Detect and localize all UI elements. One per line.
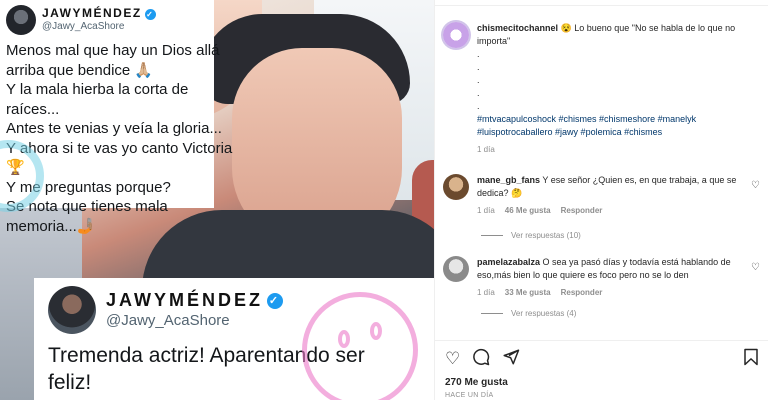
tweet-avatar [6,5,36,35]
post-media[interactable]: JAWYMÉNDEZ ✓ @Jawy_AcaShore Menos mal qu… [0,0,434,400]
caption-meta: 1 día [477,143,759,156]
likes-count[interactable]: 270 Me gusta [445,377,759,388]
view-replies[interactable]: Ver respuestas (10) [481,231,581,240]
comment-text-row: pamelazabalza O sea ya pasó días y todav… [477,256,751,282]
caption-text-row: chismecitochannel 😵 Lo bueno que "No se … [477,22,759,48]
comment-meta: 1 día 46 Me gusta Responder [477,204,747,217]
comment-likes[interactable]: 33 Me gusta [505,286,551,299]
comment-body: pamelazabalza O sea ya pasó días y todav… [477,256,751,299]
bookmark-icon-svg [744,348,758,365]
pink-smiley-decoration [302,292,418,400]
reply-button[interactable]: Responder [561,286,603,299]
comment-username[interactable]: pamelazabalza [477,257,540,267]
comment-time: 1 día [477,206,495,215]
avatar[interactable] [443,256,469,282]
tweet-names: JAWYMÉNDEZ ✓ @Jawy_AcaShore [42,7,156,32]
tweet-line: arriba que bendice 🙏🏼 [6,61,154,79]
caption-dot: . [477,75,480,85]
view-replies[interactable]: Ver respuestas (4) [481,309,576,318]
post-timestamp: HACE UN DÍA [445,392,494,399]
tweet-line: Y la mala hierba la corta de [6,81,189,98]
heart-icon[interactable]: ♡ [751,263,761,273]
tweet-author-name: JAWYMÉNDEZ [106,290,264,311]
comment: mane_gb_fans Y ese señor ¿Quien es, en q… [443,174,759,217]
tweet-handle: @Jawy_AcaShore [106,311,230,329]
comment-time: 1 día [477,288,495,297]
tweet-author-name: JAWYMÉNDEZ [42,6,142,21]
comments-panel: chismecitochannel 😵 Lo bueno que "No se … [434,0,768,400]
pink-smiley-eye [338,330,350,348]
caption-dot: . [477,101,480,111]
tweet-line: memoria...🤳🏽 [6,217,96,235]
view-replies-label[interactable]: Ver respuestas (4) [511,309,576,318]
verified-icon: ✓ [267,293,284,309]
caption-time: 1 día [477,145,495,154]
caption: chismecitochannel 😵 Lo bueno que "No se … [443,22,759,156]
pink-smiley-eye [370,322,382,340]
heart-icon[interactable]: ♡ [445,349,460,369]
share-icon-svg [503,349,520,364]
tweet-line: Menos mal que hay un Dios allá [6,42,220,59]
avatar[interactable] [443,22,469,48]
comment-icon-svg [473,348,490,365]
panel-top-border [435,0,768,6]
tweet-avatar [48,286,96,334]
action-bar: ♡ 270 Me gusta HACE UN DÍA [435,340,768,399]
comment-body: mane_gb_fans Y ese señor ¿Quien es, en q… [477,174,747,217]
tweet-line: raíces... [6,100,60,118]
tweet-line: Se nota que tienes mala [6,198,168,215]
caption-dot: . [477,49,480,59]
heart-icon[interactable]: ♡ [751,181,761,191]
comment-likes[interactable]: 46 Me gusta [505,204,551,217]
comments-scroll-area[interactable]: chismecitochannel 😵 Lo bueno que "No se … [435,12,768,332]
tweet-line: Antes te venias y veía la gloria... [6,120,222,137]
caption-username[interactable]: chismecitochannel [477,23,558,33]
share-icon[interactable] [502,348,520,371]
action-icons: ♡ [445,347,759,371]
reply-button[interactable]: Responder [561,204,603,217]
replies-line [481,235,503,236]
caption-hashtags[interactable]: #mtvacapulcoshock #chismes #chismeshore … [477,113,759,139]
tweet-author-row: JAWYMÉNDEZ ✓ [106,290,284,312]
tweet-header: JAWYMÉNDEZ ✓ @Jawy_AcaShore [6,5,208,35]
tweet-author-row: JAWYMÉNDEZ ✓ [42,7,156,21]
comment: pamelazabalza O sea ya pasó días y todav… [443,256,759,299]
verified-icon: ✓ [144,8,156,20]
tweet-names: JAWYMÉNDEZ ✓ @Jawy_AcaShore [106,290,284,330]
tweet-text: Menos mal que hay un Dios allá arriba qu… [6,41,232,236]
bookmark-icon[interactable] [743,348,759,371]
view-replies-label[interactable]: Ver respuestas (10) [511,231,581,240]
replies-line [481,313,503,314]
comment-icon[interactable] [472,348,490,371]
comment-text-row: mane_gb_fans Y ese señor ¿Quien es, en q… [477,174,747,200]
avatar[interactable] [443,174,469,200]
comment-username[interactable]: mane_gb_fans [477,175,540,185]
comment-meta: 1 día 33 Me gusta Responder [477,286,751,299]
caption-dot: . [477,62,480,72]
tweet-handle: @Jawy_AcaShore [42,21,125,33]
caption-body: chismecitochannel 😵 Lo bueno que "No se … [477,22,759,156]
caption-dot: . [477,88,480,98]
